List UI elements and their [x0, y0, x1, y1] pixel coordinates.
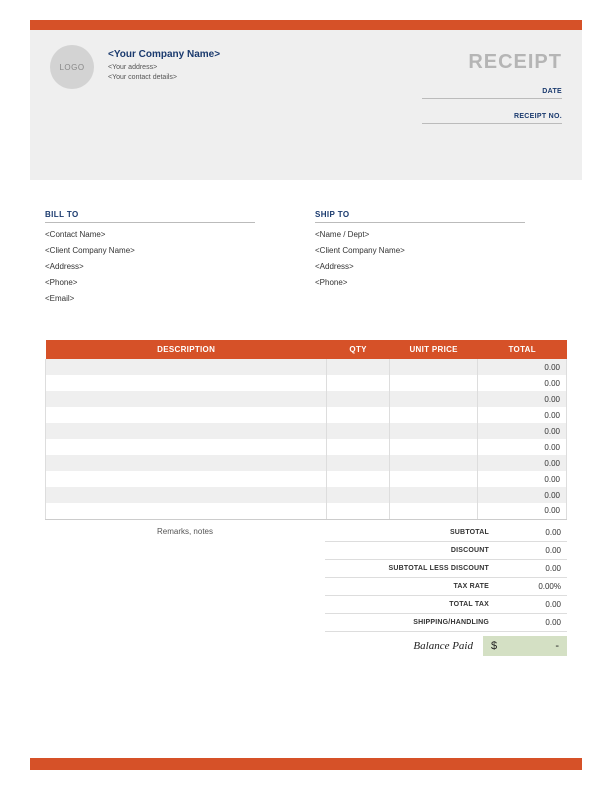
balance-label: Balance Paid	[413, 640, 483, 652]
subtotal-value: 0.00	[497, 528, 567, 537]
below-table-row: Remarks, notes SUBTOTAL 0.00 DISCOUNT 0.…	[45, 524, 567, 658]
discount-row: DISCOUNT 0.00	[325, 542, 567, 560]
header-block: LOGO <Your Company Name> <Your address> …	[30, 30, 582, 180]
ship-to-heading: SHIP TO	[315, 210, 525, 223]
bill-to-company: <Client Company Name>	[45, 246, 255, 255]
bill-to-heading: BILL TO	[45, 210, 255, 223]
col-qty: QTY	[327, 340, 390, 359]
discount-label: DISCOUNT	[325, 547, 497, 554]
ship-to-name: <Name / Dept>	[315, 230, 525, 239]
bill-to-email: <Email>	[45, 294, 255, 303]
company-contact: <Your contact details>	[108, 74, 422, 81]
subtotal-less-row: SUBTOTAL LESS DISCOUNT 0.00	[325, 560, 567, 578]
row-total: 0.00	[478, 423, 567, 439]
discount-value: 0.00	[497, 546, 567, 555]
address-row: BILL TO <Contact Name> <Client Company N…	[45, 210, 567, 310]
items-table: DESCRIPTION QTY UNIT PRICE TOTAL 0.00 0.…	[45, 340, 567, 520]
table-row: 0.00	[46, 471, 567, 487]
table-row: 0.00	[46, 391, 567, 407]
logo-placeholder: LOGO	[50, 45, 94, 89]
total-tax-label: TOTAL TAX	[325, 601, 497, 608]
total-tax-value: 0.00	[497, 600, 567, 609]
receipt-meta: RECEIPT DATE RECEIPT NO.	[422, 45, 562, 165]
row-total: 0.00	[478, 391, 567, 407]
bottom-stripe	[30, 758, 582, 770]
table-row: 0.00	[46, 487, 567, 503]
subtotal-less-value: 0.00	[497, 564, 567, 573]
company-name: <Your Company Name>	[108, 49, 422, 60]
shipping-value: 0.00	[497, 618, 567, 627]
row-total: 0.00	[478, 439, 567, 455]
row-total: 0.00	[478, 487, 567, 503]
balance-value: $ -	[483, 636, 567, 656]
company-info: <Your Company Name> <Your address> <Your…	[108, 45, 422, 165]
table-row: 0.00	[46, 423, 567, 439]
receipt-number-label: RECEIPT NO.	[422, 113, 562, 124]
table-row: 0.00	[46, 375, 567, 391]
row-total: 0.00	[478, 407, 567, 423]
col-description: DESCRIPTION	[46, 340, 327, 359]
row-total: 0.00	[478, 455, 567, 471]
subtotal-label: SUBTOTAL	[325, 529, 497, 536]
bill-to-contact: <Contact Name>	[45, 230, 255, 239]
items-tbody: 0.00 0.00 0.00 0.00 0.00 0.00 0.00 0.00 …	[46, 359, 567, 519]
receipt-date-label: DATE	[422, 88, 562, 99]
table-row: 0.00	[46, 407, 567, 423]
shipping-row: SHIPPING/HANDLING 0.00	[325, 614, 567, 632]
ship-to-phone: <Phone>	[315, 278, 525, 287]
tax-rate-row: TAX RATE 0.00%	[325, 578, 567, 596]
row-total: 0.00	[478, 503, 567, 519]
col-total: TOTAL	[478, 340, 567, 359]
row-total: 0.00	[478, 375, 567, 391]
remarks-label: Remarks, notes	[45, 524, 325, 658]
ship-to-company: <Client Company Name>	[315, 246, 525, 255]
tax-rate-value: 0.00%	[497, 582, 567, 591]
totals-block: SUBTOTAL 0.00 DISCOUNT 0.00 SUBTOTAL LES…	[325, 524, 567, 658]
table-row: 0.00	[46, 455, 567, 471]
col-unit-price: UNIT PRICE	[389, 340, 478, 359]
subtotal-row: SUBTOTAL 0.00	[325, 524, 567, 542]
total-tax-row: TOTAL TAX 0.00	[325, 596, 567, 614]
company-address: <Your address>	[108, 64, 422, 71]
bill-to-address: <Address>	[45, 262, 255, 271]
document-body: BILL TO <Contact Name> <Client Company N…	[45, 210, 567, 658]
balance-currency: $	[491, 640, 497, 652]
bill-to-phone: <Phone>	[45, 278, 255, 287]
ship-to-block: SHIP TO <Name / Dept> <Client Company Na…	[315, 210, 525, 310]
table-row: 0.00	[46, 359, 567, 375]
row-total: 0.00	[478, 471, 567, 487]
subtotal-less-label: SUBTOTAL LESS DISCOUNT	[325, 565, 497, 572]
balance-row: Balance Paid $ -	[325, 634, 567, 658]
table-row: 0.00	[46, 503, 567, 519]
balance-amount: -	[555, 640, 559, 652]
receipt-title: RECEIPT	[422, 51, 562, 74]
top-stripe	[30, 20, 582, 30]
shipping-label: SHIPPING/HANDLING	[325, 619, 497, 626]
bill-to-block: BILL TO <Contact Name> <Client Company N…	[45, 210, 255, 310]
table-row: 0.00	[46, 439, 567, 455]
ship-to-address: <Address>	[315, 262, 525, 271]
row-total: 0.00	[478, 359, 567, 375]
tax-rate-label: TAX RATE	[325, 583, 497, 590]
